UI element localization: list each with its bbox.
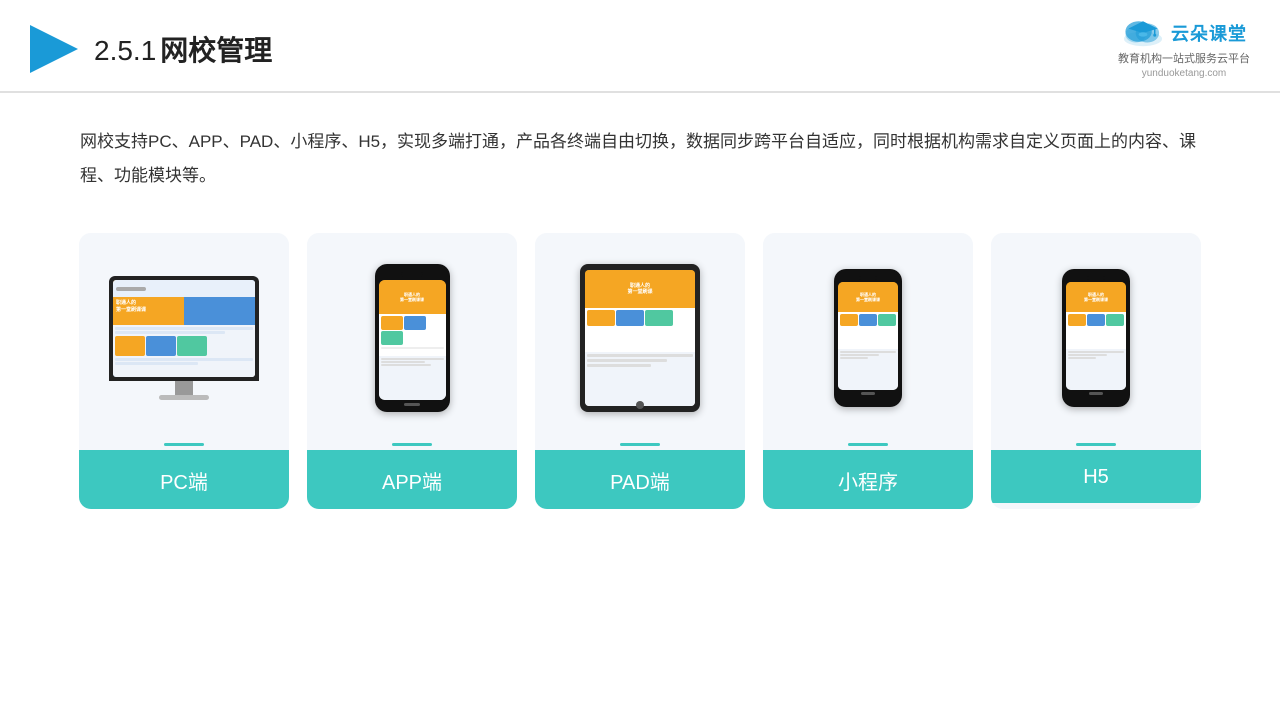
card-miniprogram-label: 小程序 xyxy=(763,450,973,509)
header-left: 2.5.1网校管理 xyxy=(30,25,272,73)
logo-cloud: 云朵课堂 xyxy=(1121,18,1247,48)
card-h5: 职通人的第一堂刷课课 xyxy=(991,233,1201,509)
logo-text: 云朵课堂 xyxy=(1171,20,1247,46)
card-app-image: 职通人的第一堂刷课课 xyxy=(307,233,517,443)
card-pad: 职通人的第一堂刷课 xyxy=(535,233,745,509)
phone-mockup-h5: 职通人的第一堂刷课课 xyxy=(1062,269,1130,407)
card-pad-label: PAD端 xyxy=(535,450,745,509)
card-pc-accent xyxy=(164,443,204,446)
card-h5-label: H5 xyxy=(991,450,1201,503)
monitor-mockup: 职通人的第一堂刷课课 xyxy=(109,276,259,400)
card-pc-label: PC端 xyxy=(79,450,289,509)
card-pc-image: 职通人的第一堂刷课课 xyxy=(79,233,289,443)
card-pad-accent xyxy=(620,443,660,446)
card-miniprogram-accent xyxy=(848,443,888,446)
page-header: 2.5.1网校管理 云朵课堂 教育机构一站式服务云平台 yu xyxy=(0,0,1280,93)
card-h5-accent xyxy=(1076,443,1116,446)
device-cards-section: 职通人的第一堂刷课课 xyxy=(0,213,1280,509)
page-title: 2.5.1网校管理 xyxy=(94,29,272,69)
tablet-mockup: 职通人的第一堂刷课 xyxy=(580,264,700,412)
logo-area: 云朵课堂 教育机构一站式服务云平台 yunduoketang.com xyxy=(1118,18,1250,79)
card-app-accent xyxy=(392,443,432,446)
cloud-logo-icon xyxy=(1121,18,1165,48)
description-text: 网校支持PC、APP、PAD、小程序、H5，实现多端打通，产品各终端自由切换，数… xyxy=(0,93,1280,213)
card-pc: 职通人的第一堂刷课课 xyxy=(79,233,289,509)
phone-mockup-miniprogram: 职通人的第一堂刷课课 xyxy=(834,269,902,407)
card-miniprogram-image: 职通人的第一堂刷课课 xyxy=(763,233,973,443)
play-icon xyxy=(30,25,78,73)
logo-url: yunduoketang.com xyxy=(1142,68,1227,79)
logo-tagline: 教育机构一站式服务云平台 xyxy=(1118,50,1250,66)
phone-mockup-app: 职通人的第一堂刷课课 xyxy=(375,264,450,412)
card-miniprogram: 职通人的第一堂刷课课 xyxy=(763,233,973,509)
card-app: 职通人的第一堂刷课课 xyxy=(307,233,517,509)
card-app-label: APP端 xyxy=(307,450,517,509)
card-pad-image: 职通人的第一堂刷课 xyxy=(535,233,745,443)
card-h5-image: 职通人的第一堂刷课课 xyxy=(991,233,1201,443)
